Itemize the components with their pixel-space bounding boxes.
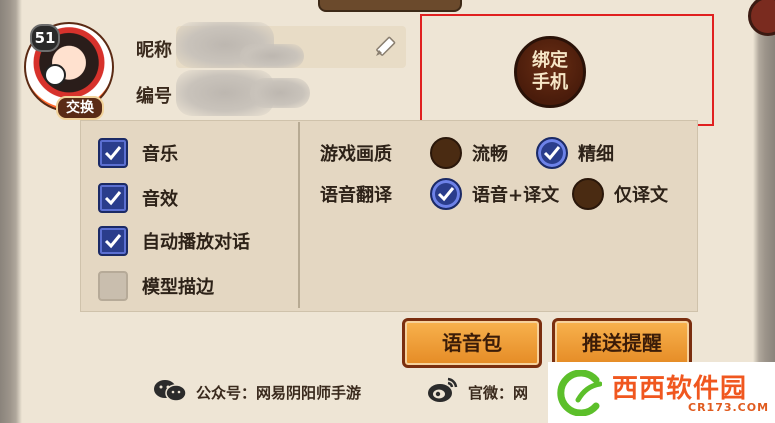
check-icon xyxy=(104,234,122,249)
swap-avatar-button[interactable]: 交换 xyxy=(56,96,104,120)
check-icon xyxy=(543,146,561,161)
weibo-account-text: 官微：网 xyxy=(468,384,529,402)
check-icon xyxy=(437,187,455,202)
check-icon xyxy=(104,191,122,206)
skull-icon xyxy=(44,64,66,86)
level-badge: 51 xyxy=(30,24,60,52)
watermark-logo-icon xyxy=(557,370,602,416)
nickname-blur-2 xyxy=(240,44,304,68)
bind-phone-text: 绑定 手机 xyxy=(532,50,568,94)
auto-dialog-label: 自动播放对话 xyxy=(142,232,250,253)
sound-effect-checkbox[interactable] xyxy=(98,183,128,213)
weibo-icon xyxy=(428,377,458,402)
watermark-url: CR173.COM xyxy=(688,401,770,414)
bind-phone-button[interactable]: 绑定 手机 xyxy=(514,36,586,108)
bind-phone-line2: 手机 xyxy=(532,72,568,93)
voice-translate-label: 语音翻译 xyxy=(320,185,392,206)
text-only-label: 仅译文 xyxy=(614,185,668,206)
player-avatar[interactable]: 51 交换 xyxy=(24,22,116,120)
quality-fine-radio[interactable] xyxy=(536,137,568,169)
bind-phone-line1: 绑定 xyxy=(532,50,568,71)
music-checkbox[interactable] xyxy=(98,138,128,168)
model-outline-checkbox[interactable] xyxy=(98,271,128,301)
watermark-title: 西西软件园 xyxy=(612,374,748,404)
sound-effect-label: 音效 xyxy=(142,189,178,210)
id-label: 编号 xyxy=(136,86,172,107)
voice-and-text-radio[interactable] xyxy=(430,178,462,210)
nickname-label: 昵称 xyxy=(136,40,172,61)
push-reminder-button[interactable]: 推送提醒 xyxy=(552,318,692,368)
voice-pack-button[interactable]: 语音包 xyxy=(402,318,542,368)
game-quality-label: 游戏画质 xyxy=(320,144,392,165)
check-icon xyxy=(104,146,122,161)
id-blur-2 xyxy=(250,78,310,108)
auto-dialog-checkbox[interactable] xyxy=(98,226,128,256)
panel-top-cap xyxy=(318,0,462,12)
wechat-account-text: 公众号：网易阴阳师手游 xyxy=(196,384,362,402)
model-outline-label: 模型描边 xyxy=(142,277,214,298)
wechat-icon xyxy=(154,380,187,402)
quality-smooth-label: 流畅 xyxy=(472,144,508,165)
quality-fine-label: 精细 xyxy=(578,144,614,165)
voice-and-text-label: 语音+译文 xyxy=(472,185,560,206)
text-only-radio[interactable] xyxy=(572,178,604,210)
music-label: 音乐 xyxy=(142,144,178,165)
settings-divider xyxy=(298,122,300,308)
edit-pencil-icon[interactable] xyxy=(372,34,398,60)
quality-smooth-radio[interactable] xyxy=(430,137,462,169)
